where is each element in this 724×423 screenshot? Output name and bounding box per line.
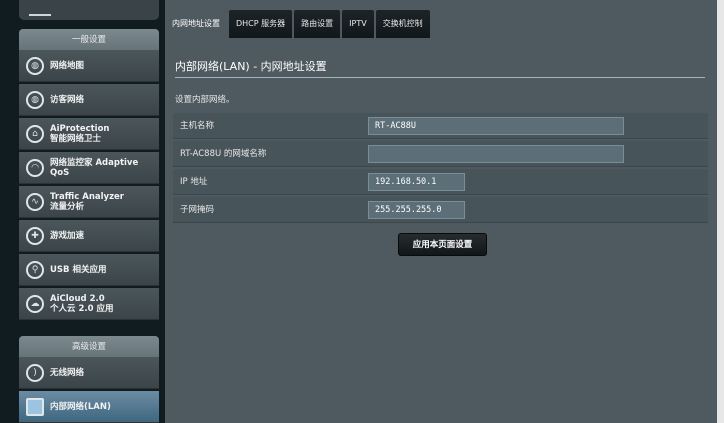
ip-address-input[interactable]: 192.168.50.1: [368, 173, 465, 191]
sidebar-item-label: AiCloud 2.0: [50, 293, 105, 304]
hostname-input[interactable]: RT-AC88U: [368, 117, 624, 135]
tab-bar: 内网地址设置 DHCP 服务器 路由设置 IPTV 交换机控制: [165, 10, 432, 38]
hostname-row: 主机名称 RT-AC88U: [173, 113, 708, 139]
page-title: 内部网络(LAN) - 内网地址设置: [175, 60, 327, 73]
tab-lan-ip[interactable]: 内网地址设置: [165, 10, 227, 38]
sidebar-item-adaptive-qos[interactable]: ◠ 网络监控家 Adaptive QoS: [19, 152, 159, 184]
subnet-mask-input[interactable]: 255.255.255.0: [368, 201, 465, 219]
tab-switch-control[interactable]: 交换机控制: [375, 10, 430, 38]
general-settings-header: 一般设置: [19, 29, 159, 50]
sidebar-item-label: 网络监控家 Adaptive: [50, 157, 139, 168]
subnet-label: 子网掩码: [180, 205, 215, 215]
sidebar-item-game-boost[interactable]: ✚ 游戏加速: [19, 220, 159, 252]
gauge-icon: ◠: [26, 158, 44, 177]
sidebar-item-label: 无线网络: [50, 367, 85, 378]
sidebar-item-usb-application[interactable]: ⚲ USB 相关应用: [19, 254, 159, 286]
usb-icon: ⚲: [26, 260, 44, 279]
sidebar-top-item[interactable]: [19, 0, 159, 20]
sidebar-item-label: 网络地图: [50, 60, 85, 71]
domain-label: RT-AC88U 的网域名称: [180, 149, 267, 159]
lan-icon: [26, 397, 44, 416]
subnet-row: 子网掩码 255.255.255.0: [173, 197, 708, 223]
sidebar-item-sublabel: 个人云 2.0 应用: [50, 303, 114, 314]
sidebar-item-label: 内部网络(LAN): [50, 401, 111, 412]
globe-map-icon: ◍: [26, 56, 44, 75]
ip-label: IP 地址: [180, 177, 208, 187]
sidebar-item-wireless[interactable]: ) 无线网络: [19, 357, 159, 389]
right-scroll-edge: [717, 0, 724, 423]
apply-button[interactable]: 应用本页面设置: [398, 233, 487, 256]
shield-icon: ⌂: [26, 124, 44, 143]
sidebar-item-network-map[interactable]: ◍ 网络地图: [19, 50, 159, 82]
sidebar-item-sublabel: 流量分析: [50, 201, 85, 212]
tab-dhcp-server[interactable]: DHCP 服务器: [229, 10, 293, 38]
sidebar-item-label: 游戏加速: [50, 230, 85, 241]
hostname-label: 主机名称: [180, 121, 215, 131]
sidebar-item-guest-network[interactable]: ◍ 访客网络: [19, 84, 159, 116]
sidebar-item-label: USB 相关应用: [50, 264, 107, 275]
domain-input[interactable]: [368, 145, 624, 163]
gamepad-icon: ✚: [26, 226, 44, 245]
sidebar-item-sublabel: 智能网络卫士: [50, 133, 102, 144]
advanced-settings-header: 高级设置: [19, 336, 159, 357]
tab-iptv[interactable]: IPTV: [342, 10, 374, 38]
setup-icon: [29, 2, 51, 16]
sidebar-item-label: 访客网络: [50, 94, 85, 105]
cloud-icon: ☁: [26, 294, 44, 313]
page-description: 设置内部网络。: [175, 95, 235, 105]
tab-route[interactable]: 路由设置: [294, 10, 341, 38]
guest-network-icon: ◍: [26, 90, 44, 109]
sidebar-item-traffic-analyzer[interactable]: ∿ Traffic Analyzer 流量分析: [19, 186, 159, 218]
sidebar-item-aicloud[interactable]: ☁ AiCloud 2.0 个人云 2.0 应用: [19, 288, 159, 320]
wifi-icon: ): [26, 363, 44, 382]
sidebar-item-lan[interactable]: 内部网络(LAN): [19, 391, 159, 423]
sidebar-item-label: Traffic Analyzer: [50, 191, 124, 202]
sidebar-item-label: AiProtection: [50, 123, 110, 134]
sidebar-item-aiprotection[interactable]: ⌂ AiProtection 智能网络卫士: [19, 118, 159, 150]
title-divider: [175, 77, 705, 78]
sidebar-item-sublabel: QoS: [50, 167, 70, 178]
ip-row: IP 地址 192.168.50.1: [173, 169, 708, 195]
domain-row: RT-AC88U 的网域名称: [173, 141, 708, 167]
pulse-icon: ∿: [26, 192, 44, 211]
